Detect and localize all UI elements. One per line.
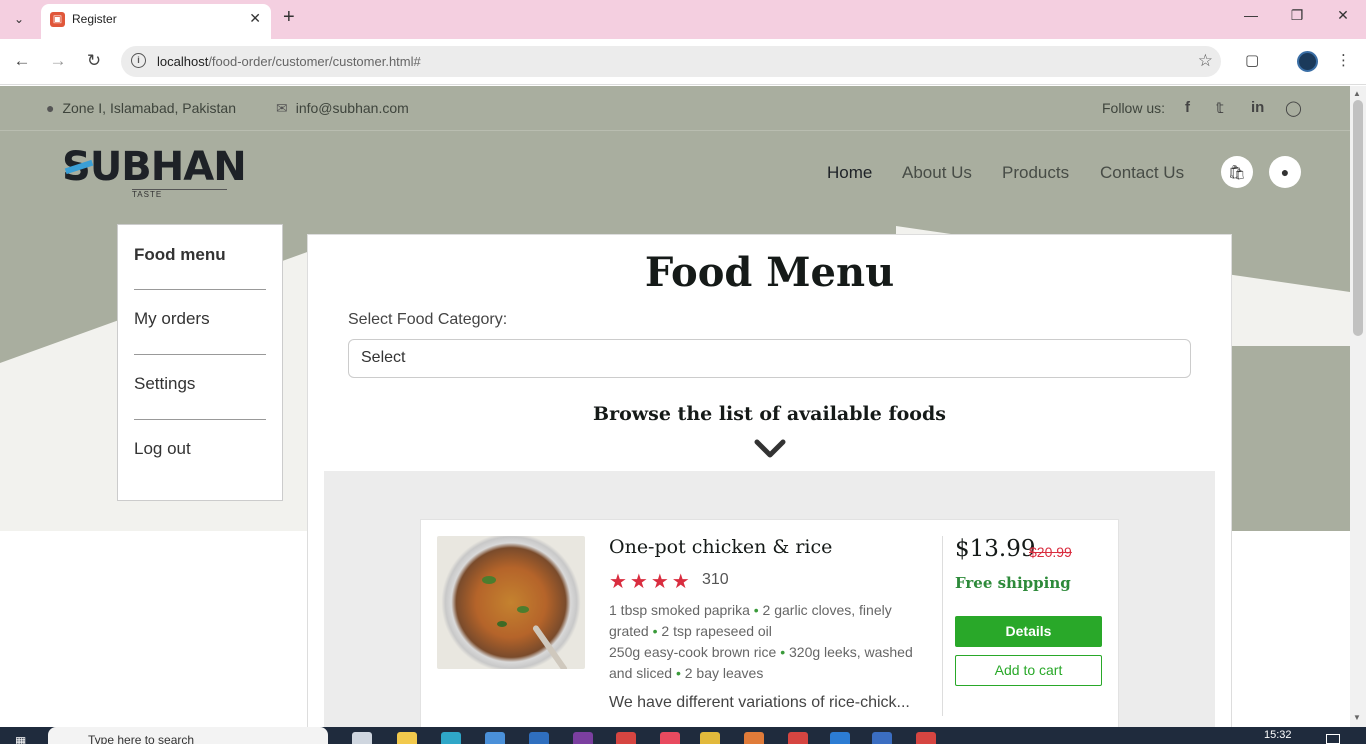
store-icon[interactable] — [485, 732, 505, 744]
logo-text: UBHAN — [89, 144, 247, 190]
sidebar-item-food-menu[interactable]: Food menu — [134, 245, 266, 265]
window-close-icon[interactable]: ✕ — [1333, 7, 1353, 24]
food-card: One-pot chicken & rice ★★★★ 310 1 tbsp s… — [420, 519, 1119, 727]
nav-products[interactable]: Products — [1002, 163, 1069, 183]
url-text: localhost/food-order/customer/customer.h… — [157, 54, 421, 69]
nav-contact-us[interactable]: Contact Us — [1100, 163, 1184, 183]
sidebar-divider — [134, 289, 266, 290]
vscode-icon[interactable] — [830, 732, 850, 744]
ingredients: 1 tbsp smoked paprika • 2 garlic cloves,… — [609, 602, 913, 681]
browser-tab-bar: ⌄ ▣ Register ✕ + — ❐ ✕ — [0, 0, 1366, 39]
sidebar-item-my-orders[interactable]: My orders — [134, 309, 266, 329]
user-account-icon[interactable]: ● — [1269, 156, 1301, 188]
chrome-active-icon[interactable] — [788, 732, 808, 744]
mail-icon[interactable] — [529, 732, 549, 744]
extensions-icon[interactable]: ▢ — [1245, 51, 1259, 69]
app-icon[interactable] — [916, 732, 936, 744]
windows-taskbar: ▦ Type here to search 15:32 — [0, 727, 1366, 744]
rating-stars-icon: ★★★★ — [609, 571, 693, 593]
scroll-thumb[interactable] — [1353, 100, 1363, 336]
taskbar-clock[interactable]: 15:32 — [1264, 729, 1292, 741]
address-info: ● Zone I, Islamabad, Pakistan — [46, 100, 237, 116]
sidebar-divider — [134, 354, 266, 355]
site-info-icon[interactable]: i — [131, 53, 146, 68]
back-icon[interactable]: ← — [11, 51, 33, 71]
logo-tagline: TASTE — [132, 189, 227, 199]
browser-tab[interactable]: ▣ Register ✕ — [41, 4, 271, 39]
app-icon[interactable] — [700, 732, 720, 744]
rating-count: 310 — [702, 571, 729, 588]
sidebar-item-log-out[interactable]: Log out — [134, 439, 266, 459]
chevron-down-icon[interactable] — [754, 439, 786, 459]
customer-sidebar: Food menu My orders Settings Log out — [117, 224, 283, 501]
xampp-icon[interactable] — [744, 732, 764, 744]
url-field[interactable]: i localhost/food-order/customer/customer… — [121, 46, 1221, 77]
facebook-icon[interactable]: f — [1185, 99, 1190, 116]
food-menu-panel: Food Menu Select Food Category: Select B… — [307, 234, 1232, 727]
cart-bag-icon[interactable]: 🛍 — [1221, 156, 1253, 188]
instagram-icon[interactable]: ◯ — [1285, 99, 1302, 117]
app-icon[interactable] — [573, 732, 593, 744]
windows-start-icon[interactable]: ▦ — [15, 734, 33, 744]
restore-icon[interactable]: ❐ — [1287, 7, 1307, 24]
food-title[interactable]: One-pot chicken & rice — [609, 536, 832, 558]
taskbar-search-placeholder: Type here to search — [88, 733, 195, 744]
address-bar-row: ← → ↻ i localhost/food-order/customer/cu… — [0, 39, 1366, 85]
scroll-up-icon[interactable]: ▲ — [1353, 89, 1361, 98]
nav-about-us[interactable]: About Us — [902, 163, 972, 183]
old-price: $20.99 — [1029, 544, 1072, 560]
word-icon[interactable] — [872, 732, 892, 744]
new-tab-icon[interactable]: + — [283, 6, 295, 29]
shipping-badge: Free shipping — [955, 574, 1071, 592]
browse-heading: Browse the list of available foods — [593, 403, 946, 425]
food-list: One-pot chicken & rice ★★★★ 310 1 tbsp s… — [324, 471, 1215, 727]
reload-icon[interactable]: ↻ — [83, 51, 105, 71]
taskbar-search[interactable]: Type here to search — [48, 727, 328, 744]
bookmark-star-icon[interactable]: ☆ — [1198, 51, 1213, 71]
chrome-icon[interactable] — [616, 732, 636, 744]
site-logo[interactable]: SUBHAN TASTE — [62, 144, 247, 199]
browser-menu-icon[interactable]: ⋮ — [1336, 51, 1351, 69]
price: $13.99 — [955, 536, 1036, 562]
notification-icon[interactable] — [1326, 734, 1340, 744]
food-description: We have different variations of rice-chi… — [609, 694, 910, 711]
task-view-icon[interactable] — [352, 732, 372, 744]
nav-home[interactable]: Home — [827, 163, 872, 183]
twitter-icon[interactable]: 𝕥 — [1216, 99, 1224, 117]
email-info[interactable]: ✉ info@subhan.com — [276, 100, 409, 117]
minimize-icon[interactable]: — — [1241, 7, 1261, 23]
map-pin-icon: ● — [46, 100, 55, 116]
category-label: Select Food Category: — [348, 311, 508, 328]
page-scrollbar[interactable]: ▲ ▼ — [1350, 86, 1366, 727]
scroll-down-icon[interactable]: ▼ — [1353, 713, 1361, 722]
edge-icon[interactable] — [441, 732, 461, 744]
category-select[interactable]: Select — [348, 339, 1191, 378]
favicon-icon: ▣ — [50, 12, 65, 27]
details-button[interactable]: Details — [955, 616, 1102, 647]
tab-search-chevron-icon[interactable]: ⌄ — [6, 8, 32, 30]
forward-icon[interactable]: → — [47, 51, 69, 71]
sidebar-item-settings[interactable]: Settings — [134, 374, 266, 394]
linkedin-icon[interactable]: in — [1251, 99, 1264, 116]
sidebar-divider — [134, 419, 266, 420]
app-icon[interactable] — [660, 732, 680, 744]
top-info-bar: ● Zone I, Islamabad, Pakistan ✉ info@subha… — [0, 86, 1350, 131]
add-to-cart-button[interactable]: Add to cart — [955, 655, 1102, 686]
logo-initial: S — [62, 144, 91, 190]
web-page: ● Zone I, Islamabad, Pakistan ✉ info@subha… — [0, 86, 1350, 727]
follow-label: Follow us: — [1102, 100, 1166, 116]
page-title: Food Menu — [644, 249, 895, 296]
tab-title: Register — [72, 12, 117, 26]
tab-close-icon[interactable]: ✕ — [249, 10, 261, 27]
file-explorer-icon[interactable] — [397, 732, 417, 744]
profile-avatar[interactable] — [1297, 51, 1318, 72]
card-divider — [942, 536, 943, 716]
envelope-icon: ✉ — [276, 100, 288, 116]
food-image[interactable] — [437, 536, 585, 669]
